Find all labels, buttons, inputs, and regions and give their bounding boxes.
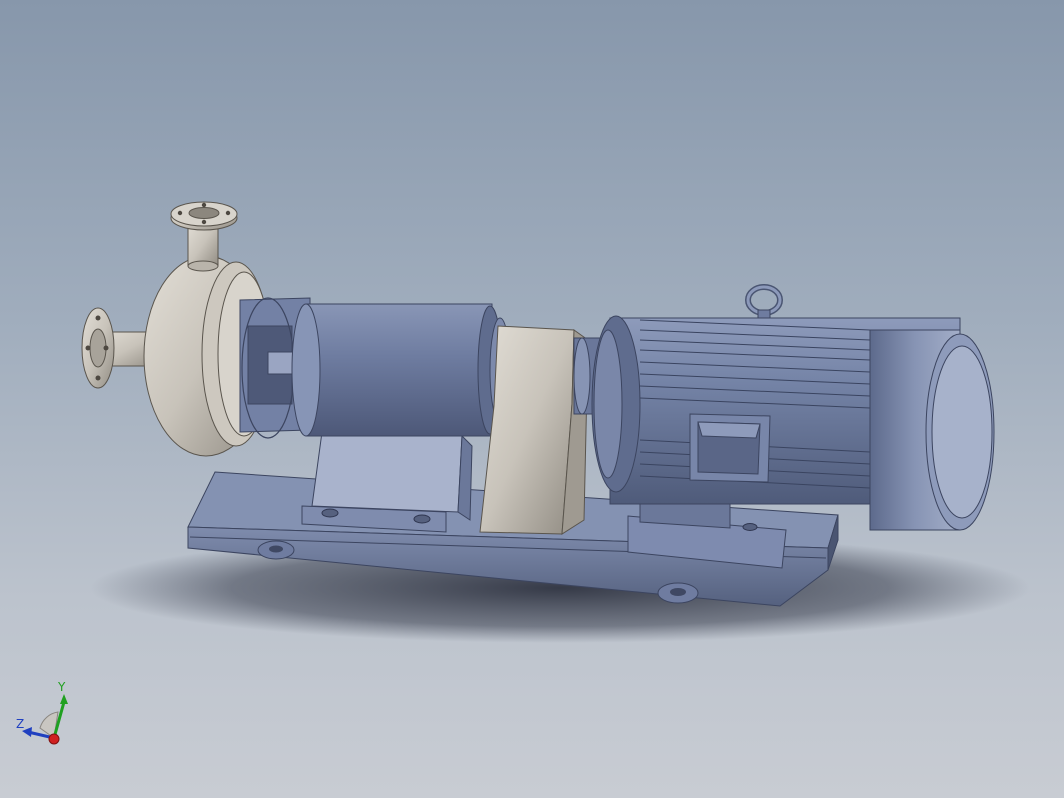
motor-fan-cover[interactable] xyxy=(869,329,995,531)
discharge-nozzle[interactable] xyxy=(170,201,238,272)
graphics-viewport[interactable]: Y Z xyxy=(0,0,1064,798)
lifting-eye[interactable] xyxy=(745,284,783,319)
triad-graphic: Y Z xyxy=(16,680,68,745)
pump-assembly-model[interactable] xyxy=(0,0,1064,798)
pump-pedestal[interactable] xyxy=(301,431,473,533)
terminal-box[interactable] xyxy=(689,413,771,483)
support-bracket[interactable] xyxy=(479,325,589,535)
y-axis-label: Y xyxy=(57,680,66,694)
z-axis-label: Z xyxy=(16,717,24,731)
orientation-triad[interactable]: Y Z xyxy=(10,672,90,752)
bearing-frame[interactable] xyxy=(291,303,511,437)
